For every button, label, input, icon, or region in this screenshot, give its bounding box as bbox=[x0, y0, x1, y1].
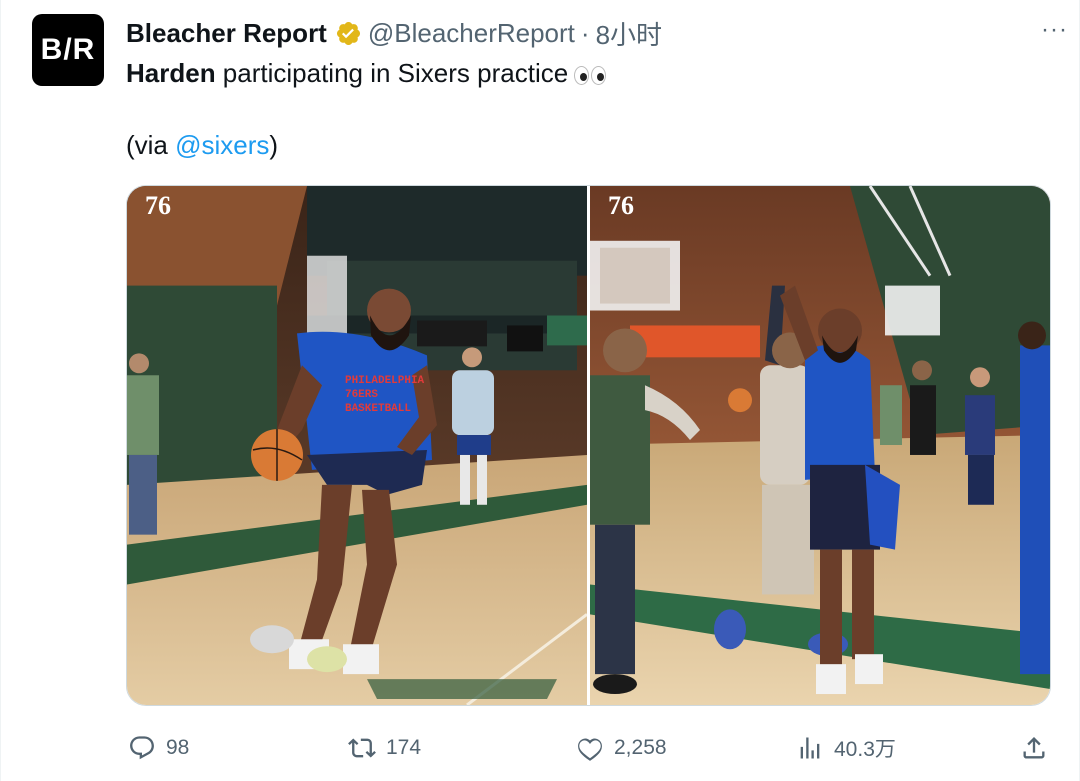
author-handle[interactable]: @BleacherReport bbox=[368, 18, 575, 49]
shirt-text-line-1: PHILADELPHIA bbox=[345, 375, 425, 387]
share-button[interactable] bbox=[1020, 728, 1048, 768]
photo-2[interactable]: 76 bbox=[590, 186, 1050, 705]
like-count: 2,258 bbox=[614, 736, 667, 759]
tweet-text-bold: Harden bbox=[126, 58, 216, 88]
repost-button[interactable]: 174 bbox=[348, 728, 421, 768]
reply-icon bbox=[130, 736, 154, 760]
views-button[interactable]: 40.3万 bbox=[796, 728, 896, 768]
views-icon bbox=[800, 737, 820, 759]
eyes-emoji-icon bbox=[574, 65, 607, 85]
tweet-header: Bleacher Report @BleacherReport · 8小时 bbox=[126, 16, 1060, 50]
heart-icon bbox=[578, 738, 602, 761]
verified-badge-icon[interactable] bbox=[335, 20, 362, 47]
tweet-text: Harden participating in Sixers practice bbox=[126, 56, 607, 90]
timestamp[interactable]: 8小时 bbox=[596, 15, 662, 52]
via-suffix: ) bbox=[269, 130, 279, 160]
shirt-text-line-3: BASKETBALL bbox=[345, 403, 411, 415]
sixers-logo-1: 76 bbox=[145, 191, 171, 220]
photo-1[interactable]: PHILADELPHIA 76ERS BASKETBALL 76 bbox=[127, 186, 587, 705]
shirt-text-line-2: 76ERS bbox=[345, 389, 378, 401]
media-gallery: PHILADELPHIA 76ERS BASKETBALL 76 76 bbox=[126, 185, 1051, 706]
repost-count: 174 bbox=[386, 736, 422, 759]
sixers-logo-2: 76 bbox=[608, 191, 634, 220]
author-name[interactable]: Bleacher Report bbox=[126, 18, 327, 49]
more-options-icon[interactable]: ··· bbox=[1041, 16, 1068, 44]
reply-count: 98 bbox=[166, 736, 190, 759]
via-prefix: (via bbox=[126, 130, 176, 160]
reply-button[interactable]: 98 bbox=[128, 728, 189, 768]
tweet-via: (via @sixers) bbox=[126, 128, 278, 162]
views-count: 40.3万 bbox=[834, 738, 896, 761]
sixers-mention-link[interactable]: @sixers bbox=[175, 130, 269, 160]
share-icon bbox=[1023, 737, 1045, 759]
avatar[interactable]: B/R bbox=[32, 14, 104, 86]
tweet-text-rest: participating in Sixers practice bbox=[215, 58, 569, 88]
avatar-logo: B/R bbox=[40, 33, 96, 66]
like-button[interactable]: 2,258 bbox=[576, 728, 667, 768]
action-bar: 98 174 2,258 40.3万 bbox=[126, 728, 1056, 768]
separator-dot: · bbox=[580, 17, 590, 48]
left-border bbox=[0, 0, 1, 781]
repost-icon bbox=[348, 738, 376, 758]
